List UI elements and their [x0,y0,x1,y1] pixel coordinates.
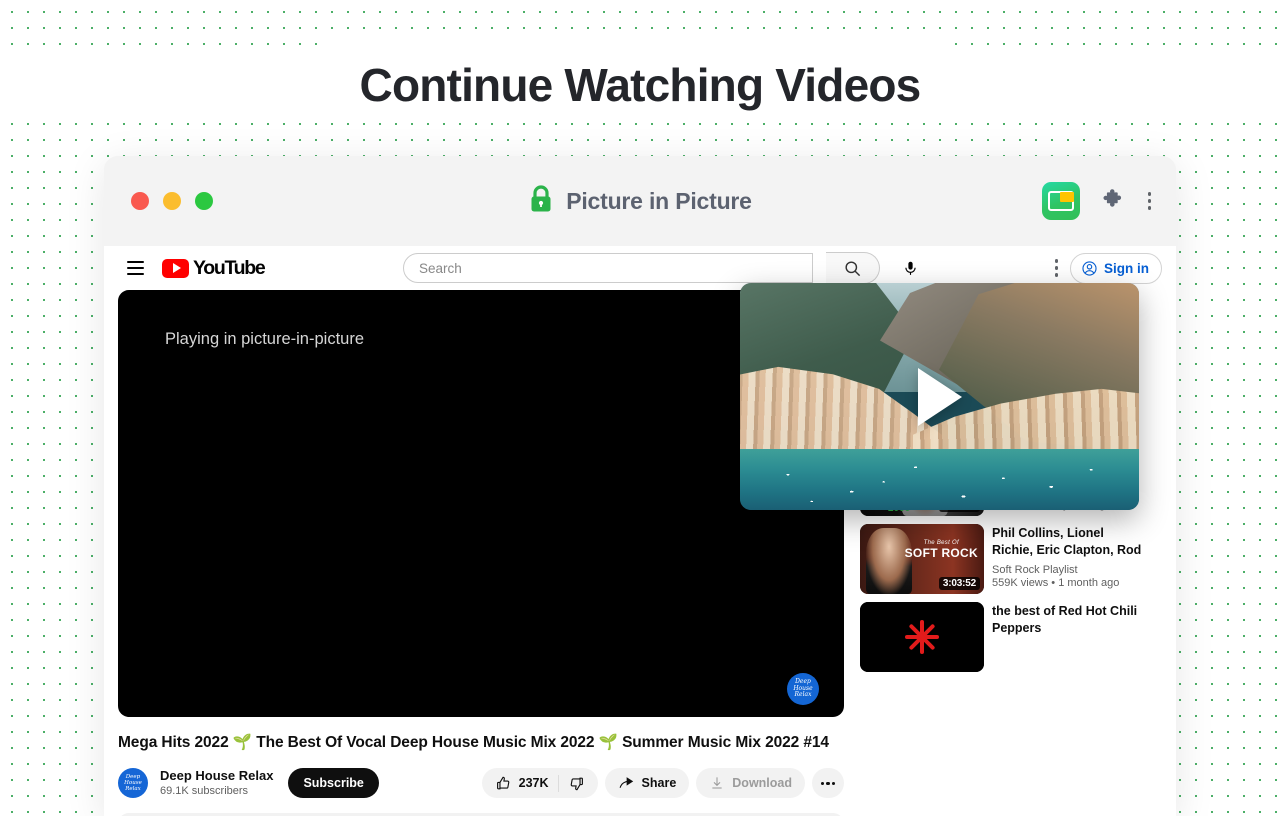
video-info: the best of Red Hot Chili Peppers [992,602,1148,672]
video-duration: 3:03:52 [938,577,980,590]
browser-toolbar-actions [1041,182,1151,220]
channel-info: Deep House Relax 69.1K subscribers [160,767,273,799]
list-item[interactable]: the best of Red Hot Chili Peppers [860,602,1148,672]
action-divider [557,774,559,792]
youtube-logo[interactable]: YouTube [162,256,266,280]
subscriber-count: 69.1K subscribers [160,785,249,798]
channel-avatar[interactable]: Deep House Relax [118,768,148,799]
video-duration [972,666,980,668]
pip-sea [740,448,1139,510]
download-label: Download [732,776,792,791]
search-input[interactable]: Search [403,253,813,283]
more-actions-button[interactable] [812,768,844,799]
picture-in-picture-extension-icon[interactable] [1041,182,1080,220]
search-area: Search [403,252,926,284]
video-title: Phil Collins, Lionel Richie, Eric Clapto… [992,526,1142,557]
video-actions: 237K Share Download [481,768,844,799]
sign-in-label: Sign in [1104,260,1149,276]
guide-menu-icon[interactable] [127,261,144,275]
video-thumbnail[interactable]: The Best Of SOFT ROCK 3:03:52 [860,524,984,594]
chrome-menu-icon[interactable] [1147,192,1151,210]
thumbs-down-icon [570,777,583,790]
video-meta-row: Deep House Relax Deep House Relax 69.1K su… [118,765,844,801]
video-thumbnail[interactable] [860,602,984,672]
search-submit-button[interactable] [826,252,880,284]
pip-notice-text: Playing in picture-in-picture [165,330,365,348]
share-label: Share [641,776,677,791]
youtube-wordmark: YouTube [193,256,266,279]
picture-in-picture-window[interactable] [740,283,1139,510]
download-button[interactable]: Download [696,768,805,799]
youtube-play-icon [162,258,189,278]
video-title: Mega Hits 2022 🌱 The Best Of Vocal Deep … [118,734,829,751]
account-circle-icon [1082,260,1097,276]
like-count: 237K [518,776,549,791]
video-title: the best of Red Hot Chili Peppers [992,604,1138,635]
video-stats: 559K views • 1 month ago [992,577,1120,589]
like-dislike-group[interactable]: 237K [481,768,598,799]
pip-play-button-icon[interactable] [917,367,962,426]
channel-name[interactable]: Deep House Relax [160,767,273,785]
video-player[interactable]: Playing in picture-in-picture Deep House R… [118,290,844,717]
video-info: Phil Collins, Lionel Richie, Eric Clapto… [992,524,1148,594]
download-icon [712,777,722,789]
voice-search-button[interactable] [894,252,926,284]
sign-in-button[interactable]: Sign in [1070,252,1162,284]
header-right-actions: Sign in [1054,252,1162,284]
extensions-puzzle-icon[interactable] [1102,187,1126,216]
browser-title-group: Picture in Picture [104,184,1176,219]
channel-watermark[interactable]: Deep House Relax [787,673,819,705]
subscribe-button[interactable]: Subscribe [288,768,379,799]
list-item[interactable]: The Best Of SOFT ROCK 3:03:52 Phil Collin… [860,524,1148,594]
settings-menu-icon[interactable] [1054,259,1058,277]
browser-window-title: Picture in Picture [566,187,752,214]
page-title: Continue Watching Videos [0,52,1280,122]
red-hot-chili-peppers-asterisk-icon [905,620,939,654]
share-button[interactable]: Share [604,768,690,799]
channel-label: Soft Rock Playlist [992,564,1078,576]
browser-titlebar: Picture in Picture [104,156,1176,246]
lock-icon [528,184,554,219]
thumbs-up-icon [496,776,509,790]
more-horizontal-icon [820,781,836,785]
video-channel: Soft Rock Playlist [992,564,1148,576]
share-icon [619,776,633,788]
primary-column: Playing in picture-in-picture Deep House R… [118,290,844,816]
